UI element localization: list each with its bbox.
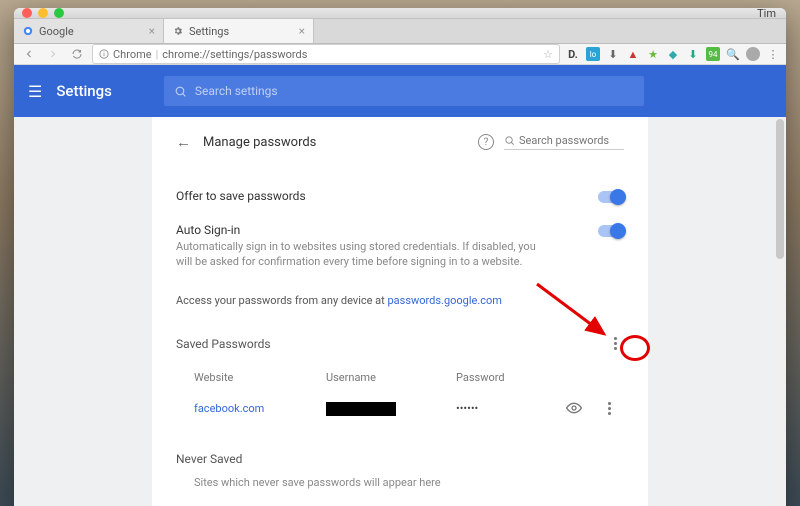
settings-body: ← Manage passwords ? Offer to save passw… [14,117,786,506]
address-bar: Chrome | chrome://settings/passwords ☆ D… [14,44,786,65]
url-path: chrome://settings/passwords [162,48,307,61]
passwords-google-link[interactable]: passwords.google.com [388,294,502,307]
saved-passwords-header: Saved Passwords [176,335,624,353]
auto-signin-desc: Automatically sign in to websites using … [176,239,536,270]
col-website: Website [176,371,326,384]
bookmark-icon[interactable]: ☆ [543,48,553,61]
settings-header: ☰ Settings Search settings [14,65,786,117]
offer-save-toggle[interactable] [598,191,624,203]
scrollbar[interactable] [774,117,786,506]
row-more-button[interactable] [600,400,618,418]
page-title: Manage passwords [203,135,316,150]
col-password: Password [456,371,546,384]
app-title: Settings [56,82,112,100]
scrollbar-thumb[interactable] [776,119,784,259]
forward-button[interactable] [44,45,62,63]
tab-label: Google [39,25,74,38]
back-button[interactable] [20,45,38,63]
password-mask: •••••• [456,402,546,415]
window-maximize-button[interactable] [54,8,64,18]
ext-icon[interactable]: 94 [706,47,720,61]
site-link[interactable]: facebook.com [176,402,326,415]
page-content: ☰ Settings Search settings ← Manage pass… [14,65,786,506]
mac-user-label: Tim [757,8,776,20]
search-placeholder: Search settings [195,84,278,98]
ext-icon[interactable]: D. [566,47,580,61]
settings-search[interactable]: Search settings [164,76,644,106]
search-passwords-input[interactable] [519,134,619,147]
window-close-button[interactable] [22,8,32,18]
google-favicon [22,25,34,37]
window-minimize-button[interactable] [38,8,48,18]
auto-signin-label: Auto Sign-in [176,223,536,237]
offer-save-row: Offer to save passwords [176,179,624,213]
tab-label: Settings [189,25,229,38]
table-row: facebook.com •••••• [176,392,624,426]
omnibox[interactable]: Chrome | chrome://settings/passwords ☆ [92,44,560,64]
never-saved-label: Never Saved [176,452,242,466]
url-scheme: Chrome [113,48,152,61]
ext-icon[interactable]: ⬇ [686,47,700,61]
show-password-button[interactable] [566,400,582,418]
search-icon [504,135,515,146]
passwords-table-header: Website Username Password [176,363,624,392]
reload-button[interactable] [68,45,86,63]
search-passwords[interactable] [504,134,624,150]
ext-icon[interactable]: lo [586,47,600,61]
tab-bar: Google × Settings × [14,19,786,44]
annotation-circle [620,335,650,361]
chrome-menu-button[interactable]: ⋮ [766,47,780,61]
passwords-card: ← Manage passwords ? Offer to save passw… [152,117,648,506]
ext-icon[interactable]: ▲ [626,47,640,61]
never-saved-message: Sites which never save passwords will ap… [176,476,624,489]
gear-icon [172,25,184,37]
ext-icon[interactable]: 🔍 [726,47,740,61]
profile-avatar[interactable] [746,47,760,61]
offer-save-label: Offer to save passwords [176,189,306,203]
username-redacted [326,402,396,416]
close-icon[interactable]: × [149,24,155,38]
saved-passwords-label: Saved Passwords [176,337,271,351]
mac-titlebar: Tim [14,8,786,19]
saved-passwords-more-button[interactable] [606,335,624,353]
extension-icons: D. lo ⬇ ▲ ★ ◆ ⬇ 94 🔍 ⋮ [566,47,780,61]
auto-signin-toggle[interactable] [598,225,624,237]
tab-google[interactable]: Google × [14,19,164,43]
search-icon [174,85,187,98]
back-arrow-button[interactable]: ← [176,133,191,151]
traffic-lights [22,8,64,18]
col-username: Username [326,371,456,384]
card-header: ← Manage passwords ? [176,133,624,151]
ext-icon[interactable]: ◆ [666,47,680,61]
close-icon[interactable]: × [299,24,305,38]
never-saved-header: Never Saved [176,452,624,466]
auto-signin-row: Auto Sign-in Automatically sign in to we… [176,213,624,280]
browser-window: Tim Google × Settings × Chrome | chrome:… [14,8,786,506]
menu-icon[interactable]: ☰ [28,82,42,101]
tab-settings[interactable]: Settings × [164,19,314,43]
access-passwords-text: Access your passwords from any device at… [176,294,624,307]
ext-icon[interactable]: ★ [646,47,660,61]
help-icon[interactable]: ? [478,134,494,150]
ext-icon[interactable]: ⬇ [606,47,620,61]
info-icon [99,49,109,59]
access-prefix: Access your passwords from any device at [176,294,388,307]
